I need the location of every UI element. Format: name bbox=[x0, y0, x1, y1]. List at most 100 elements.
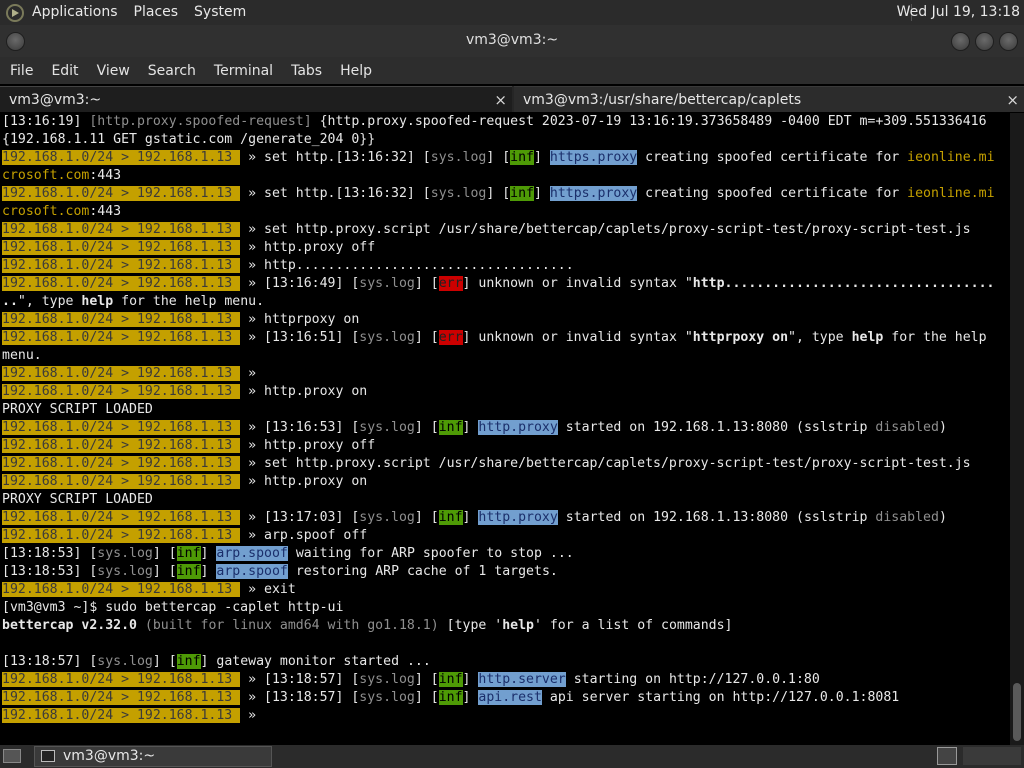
terminal-text: help bbox=[502, 618, 534, 633]
terminal-line: 192.168.1.0/24 > 192.168.1.13 » arp.spoo… bbox=[0, 527, 1010, 545]
terminal-scrollbar[interactable] bbox=[1010, 113, 1024, 745]
terminal-line: 192.168.1.0/24 > 192.168.1.13 » set http… bbox=[0, 221, 1010, 239]
terminal-text: ] [ bbox=[414, 672, 439, 687]
terminal-text: ] [ bbox=[414, 330, 439, 345]
applications-icon[interactable] bbox=[6, 3, 24, 22]
menu-search[interactable]: Search bbox=[140, 63, 204, 79]
terminal-line: 192.168.1.0/24 > 192.168.1.13 » [13:18:5… bbox=[0, 671, 1010, 689]
terminal-line: [vm3@vm3 ~]$ sudo bettercap -caplet http… bbox=[0, 599, 1010, 617]
terminal-text: [13:16:19] bbox=[2, 114, 90, 129]
menu-edit[interactable]: Edit bbox=[43, 63, 86, 79]
terminal-text: sys.log bbox=[97, 654, 153, 669]
terminal-text: » [13:16:51] [ bbox=[240, 330, 360, 345]
terminal-line: 192.168.1.0/24 > 192.168.1.13 » [13:18:5… bbox=[0, 689, 1010, 707]
shell-prompt: 192.168.1.0/24 > 192.168.1.13 bbox=[2, 528, 241, 543]
menu-help[interactable]: Help bbox=[332, 63, 380, 79]
terminal-line: ..", type help for the help menu. bbox=[0, 293, 1010, 311]
shell-prompt: 192.168.1.0/24 > 192.168.1.13 bbox=[2, 672, 241, 687]
terminal-text: menu. bbox=[2, 348, 42, 363]
minimize-button[interactable] bbox=[951, 32, 970, 51]
terminal-text: » http.proxy on bbox=[240, 474, 368, 489]
terminal-text: » http.proxy off bbox=[240, 240, 376, 255]
terminal-icon bbox=[41, 750, 55, 762]
terminal-text: help bbox=[81, 294, 114, 309]
places-menu[interactable]: Places bbox=[126, 0, 187, 25]
menu-file[interactable]: File bbox=[2, 63, 41, 79]
terminal-text: https.proxy bbox=[549, 186, 638, 201]
terminal-text: sys.log bbox=[359, 510, 415, 525]
terminal-line: [13:16:19] [http.proxy.spoofed-request] … bbox=[0, 113, 1010, 131]
tab-caplets[interactable]: vm3@vm3:/usr/share/bettercap/caplets × bbox=[514, 86, 1024, 112]
shell-prompt: 192.168.1.0/24 > 192.168.1.13 bbox=[2, 690, 241, 705]
terminal-text: [vm3@vm3 ~]$ sudo bettercap -caplet http… bbox=[2, 600, 344, 615]
top-panel: Applications Places System Wed Jul 19, 1… bbox=[0, 0, 1024, 25]
terminal-text: [type ' bbox=[438, 618, 503, 633]
terminal-text: » set http.proxy.script /usr/share/bette… bbox=[240, 456, 971, 471]
terminal-line: {192.168.1.11 GET gstatic.com /generate_… bbox=[0, 131, 1010, 149]
window-titlebar[interactable]: vm3@vm3:~ bbox=[0, 25, 1024, 57]
terminal-line: 192.168.1.0/24 > 192.168.1.13 » httprpox… bbox=[0, 311, 1010, 329]
terminal-line: 192.168.1.0/24 > 192.168.1.13 » exit bbox=[0, 581, 1010, 599]
shell-prompt: 192.168.1.0/24 > 192.168.1.13 bbox=[2, 420, 241, 435]
terminal-text: creating spoofed certificate for bbox=[637, 186, 908, 201]
terminal-text: PROXY SCRIPT LOADED bbox=[2, 492, 153, 507]
taskbar-window-button[interactable]: vm3@vm3:~ bbox=[34, 746, 272, 767]
show-desktop-icon[interactable] bbox=[3, 749, 21, 763]
terminal-output[interactable]: [13:16:19] [http.proxy.spoofed-request] … bbox=[0, 113, 1010, 745]
terminal-line: crosoft.com:443 bbox=[0, 203, 1010, 221]
terminal-line: 192.168.1.0/24 > 192.168.1.13 » bbox=[0, 365, 1010, 383]
terminal-line: 192.168.1.0/24 > 192.168.1.13 » http.pro… bbox=[0, 383, 1010, 401]
maximize-button[interactable] bbox=[975, 32, 994, 51]
shell-prompt: 192.168.1.0/24 > 192.168.1.13 bbox=[2, 456, 241, 471]
terminal-text: help bbox=[851, 330, 884, 345]
bottom-panel: vm3@vm3:~ bbox=[0, 745, 1024, 768]
terminal-text: sys.log bbox=[359, 420, 415, 435]
terminal-text: ] bbox=[462, 672, 479, 687]
terminal-text: crosoft.com bbox=[2, 204, 90, 219]
terminal-text: [13:18:53] [ bbox=[2, 564, 98, 579]
terminal-text: ", type bbox=[788, 330, 852, 345]
terminal-text: sys.log bbox=[359, 276, 415, 291]
terminal-line: bettercap v2.32.0 (built for linux amd64… bbox=[0, 617, 1010, 635]
terminal-text: ] bbox=[462, 510, 479, 525]
terminal-text: ieonline.mi bbox=[907, 186, 995, 201]
terminal-text: sys.log bbox=[359, 690, 415, 705]
terminal-text: for the help bbox=[883, 330, 987, 345]
terminal-line: PROXY SCRIPT LOADED bbox=[0, 491, 1010, 509]
system-menu[interactable]: System bbox=[186, 0, 254, 25]
terminal-text: inf bbox=[176, 546, 201, 561]
terminal-text: ] gateway monitor started ... bbox=[200, 654, 431, 669]
shell-prompt: 192.168.1.0/24 > 192.168.1.13 bbox=[2, 150, 241, 165]
workspace-switcher[interactable] bbox=[963, 747, 1021, 765]
terminal-text: sys.log bbox=[359, 330, 415, 345]
close-button[interactable] bbox=[999, 32, 1018, 51]
terminal-text: » bbox=[240, 366, 257, 381]
menu-terminal[interactable]: Terminal bbox=[206, 63, 281, 79]
terminal-text: restoring ARP cache of 1 targets. bbox=[287, 564, 558, 579]
terminal-text: started on 192.168.1.13:8080 (sslstrip bbox=[557, 420, 876, 435]
menu-view[interactable]: View bbox=[89, 63, 138, 79]
terminal-line: 192.168.1.0/24 > 192.168.1.13 » http.pro… bbox=[0, 473, 1010, 491]
tab-close-icon[interactable]: × bbox=[494, 87, 507, 113]
terminal-text: inf bbox=[438, 672, 463, 687]
terminal-text: http.proxy bbox=[478, 420, 558, 435]
terminal-text: ] [ bbox=[414, 690, 439, 705]
window-title: vm3@vm3:~ bbox=[465, 32, 559, 48]
notification-icon[interactable] bbox=[937, 747, 957, 765]
terminal-text: disabled bbox=[875, 420, 939, 435]
terminal-text: ] [ bbox=[152, 546, 177, 561]
terminal-line: 192.168.1.0/24 > 192.168.1.13 » [13:16:4… bbox=[0, 275, 1010, 293]
terminal-text: » exit bbox=[240, 582, 296, 597]
terminal-text: httprpoxy on bbox=[692, 330, 789, 345]
terminal-text: sys.log bbox=[430, 186, 487, 201]
terminal-text: » http.proxy off bbox=[240, 438, 376, 453]
scrollbar-thumb[interactable] bbox=[1013, 683, 1021, 741]
clock[interactable]: Wed Jul 19, 13:18 bbox=[897, 0, 1020, 25]
window-menu-icon[interactable] bbox=[6, 32, 25, 51]
tab-home[interactable]: vm3@vm3:~ × bbox=[0, 86, 512, 112]
terminal-text: ] [ bbox=[414, 420, 439, 435]
applications-menu[interactable]: Applications bbox=[24, 0, 126, 25]
tab-close-icon[interactable]: × bbox=[1006, 87, 1019, 113]
menu-tabs[interactable]: Tabs bbox=[283, 63, 330, 79]
terminal-line: 192.168.1.0/24 > 192.168.1.13 » [13:16:5… bbox=[0, 329, 1010, 347]
